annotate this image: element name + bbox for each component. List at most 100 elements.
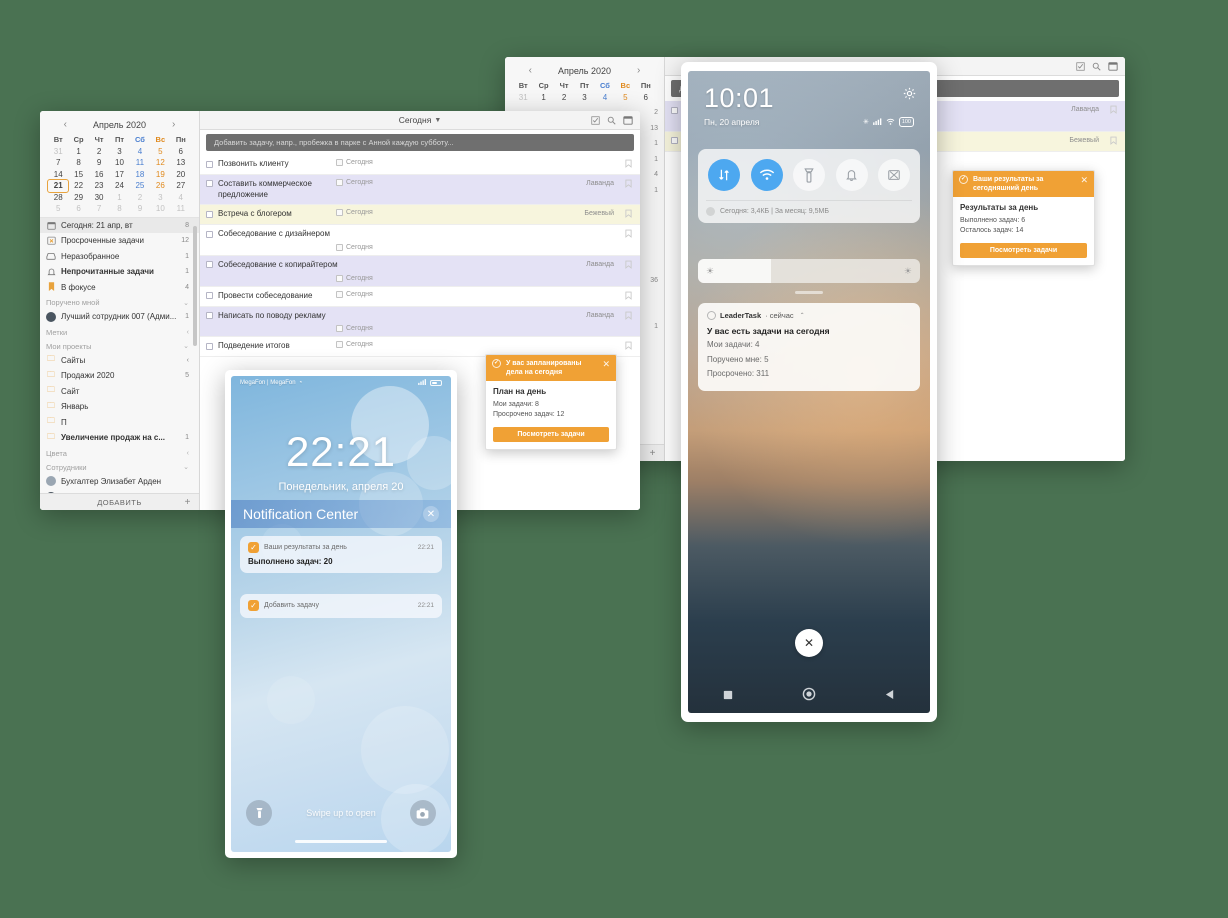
quick-settings-panel[interactable]: Сегодня: 3,4КБ | За месяц: 9,5МБ [698,149,920,223]
task-checkbox[interactable] [206,292,213,300]
home-indicator[interactable] [295,840,387,843]
calendar-day[interactable]: 19 [150,169,170,181]
quick-settings-row[interactable] [706,159,912,191]
task-checkbox[interactable] [206,261,213,269]
calendar-day[interactable]: 30 [89,192,109,204]
task-checkbox[interactable] [671,106,678,114]
calendar-grid-back[interactable]: Вт Ср Чт Пт Сб Вс Пн 31 1 2 3 4 5 6 [513,80,656,103]
calendar-day[interactable]: 11 [130,157,150,169]
sidebar-item-assigned-user[interactable]: Лучший сотрудник 007 (Адми... 1 [40,309,199,325]
task-date[interactable]: Сегодня [336,159,373,166]
sidebar-group-assigned[interactable]: Поручено мной ⌄ [40,295,199,309]
task-date[interactable]: Сегодня [336,243,373,251]
sidebar-group-colors[interactable]: Цвета ‹ [40,446,199,460]
calendar-day[interactable]: 2 [130,192,150,204]
task-checkbox[interactable] [206,312,213,320]
calendar-day[interactable]: 2 [554,92,574,104]
calendar-day[interactable]: 1 [533,92,553,104]
calendar-day[interactable]: 9 [89,157,109,169]
bookmark-icon[interactable] [625,341,632,352]
square-icon[interactable] [723,687,733,705]
table-row[interactable]: Собеседование с копирайтером Сегодня Лав… [200,255,640,287]
circle-icon[interactable] [802,687,816,706]
calendar-day[interactable]: 29 [68,192,88,204]
screenshot-toggle[interactable] [878,159,910,191]
task-date[interactable]: Сегодня [336,290,373,298]
android-nav-bar[interactable] [688,679,930,713]
scrollbar-thumb[interactable] [193,225,197,346]
chevron-down-icon[interactable]: ⌄ [183,463,189,471]
task-checkbox[interactable] [206,160,213,168]
bookmark-icon[interactable] [625,179,632,190]
task-title[interactable]: Встреча с блогером [218,209,336,220]
brightness-slider[interactable]: ☀ ☀ [698,259,920,283]
task-checkbox[interactable] [206,210,213,218]
sidebar-group-employees[interactable]: Сотрудники ⌄ [40,460,199,474]
flashlight-toggle[interactable] [793,159,825,191]
sidebar-group-projects[interactable]: Мои проекты ⌄ [40,339,199,353]
search-icon[interactable] [1092,62,1101,71]
calendar-day[interactable]: 10 [109,157,129,169]
bookmark-icon[interactable] [1110,136,1117,147]
sidebar-project-item[interactable]: 🗀 Сайты ‹ [40,353,199,369]
table-row[interactable]: Провести собеседование Сегодня [200,287,640,307]
sidebar-item-focus[interactable]: В фокусе 4 [40,280,199,296]
sidebar-project-item[interactable]: 🗀 П [40,415,199,431]
table-row[interactable]: Позвонить клиенту Сегодня [200,155,640,175]
sidebar-project-item[interactable]: 🗀 Январь [40,399,199,415]
calendar-day[interactable]: 6 [636,92,656,104]
calendar-day[interactable]: 22 [68,180,88,192]
calendar-day[interactable]: 4 [130,146,150,158]
calendar-day[interactable]: 5 [615,92,635,104]
table-row[interactable]: Встреча с блогером Сегодня Бежевый [200,205,640,226]
sidebar-item-overdue[interactable]: Просроченные задачи 12 [40,233,199,249]
task-date[interactable]: Сегодня [336,274,373,282]
calendar-day[interactable]: 20 [171,169,191,181]
sidebar-item-inbox[interactable]: Неразобранное 1 [40,249,199,265]
back-icon[interactable] [885,687,895,705]
calendar-day[interactable]: 3 [150,192,170,204]
view-tasks-button[interactable]: Посмотреть задачи [960,243,1087,259]
calendar-front[interactable]: ‹ Апрель 2020 › Вт Ср Чт Пт Сб Вс Пн 31 … [40,111,199,217]
chevron-left-icon[interactable]: ‹ [187,329,189,336]
chevron-left-icon[interactable]: ‹ [187,450,189,457]
table-row[interactable]: Собеседование с дизайнером Сегодня [200,225,640,256]
sidebar-item-today[interactable]: Сегодня: 21 апр, вт 8 [40,217,199,233]
calendar-day[interactable]: 13 [171,157,191,169]
calendar-day[interactable]: 8 [109,203,129,215]
table-row[interactable]: Составить коммерческое предложение Сегод… [200,174,640,206]
view-tasks-button[interactable]: Посмотреть задачи [493,427,609,443]
ios-notification-1[interactable]: ✓ Ваши результаты за день 22:21 Выполнен… [240,536,442,573]
calendar-day[interactable]: 7 [89,203,109,215]
sidebar-project-item[interactable]: 🗀 Увеличение продаж на с... 1 [40,430,199,446]
sidebar-group-labels[interactable]: Метки ‹ [40,325,199,339]
flashlight-icon[interactable] [246,800,273,826]
calendar-day[interactable]: 25 [130,180,150,192]
bookmark-icon[interactable] [625,229,632,240]
calendar-grid-front[interactable]: Вт Ср Чт Пт Сб Вс Пн 31 1 2 3 4 5 6 7 8 … [46,134,191,215]
calendar-day[interactable]: 4 [595,92,615,104]
chevron-down-icon[interactable]: ⌄ [183,342,189,350]
table-row[interactable]: Написать по поводу рекламу Сегодня Лаван… [200,306,640,338]
panel-drag-handle[interactable] [795,291,823,294]
calendar-day[interactable]: 12 [150,157,170,169]
task-checkbox[interactable] [206,230,213,238]
calendar-day[interactable]: 3 [109,146,129,158]
calendar-day[interactable]: 11 [171,203,191,215]
wifi-toggle[interactable] [750,159,783,191]
calendar-day[interactable]: 7 [48,157,68,169]
task-title[interactable]: Провести собеседование [218,291,336,302]
calendar-day[interactable]: 15 [68,169,88,181]
sidebar-project-item[interactable]: 🗀 Сайт [40,384,199,400]
iphone-screen[interactable]: MegaFon | MegaFon ◔ 22:21 Понедельник, а… [231,376,451,852]
camera-icon[interactable] [409,800,436,826]
calendar-icon[interactable] [623,115,633,125]
calendar-day[interactable]: 1 [109,192,129,204]
task-title[interactable]: Позвонить клиенту [218,159,336,170]
sidebar-add-button-front[interactable]: ДОБАВИТЬ + [40,493,199,510]
calendar-day[interactable]: 28 [48,192,68,204]
task-title[interactable]: Собеседование с дизайнером [218,229,330,240]
calendar-day[interactable]: 23 [89,180,109,192]
bookmark-icon[interactable] [625,291,632,302]
calendar-day-today[interactable]: 21 [46,179,70,193]
